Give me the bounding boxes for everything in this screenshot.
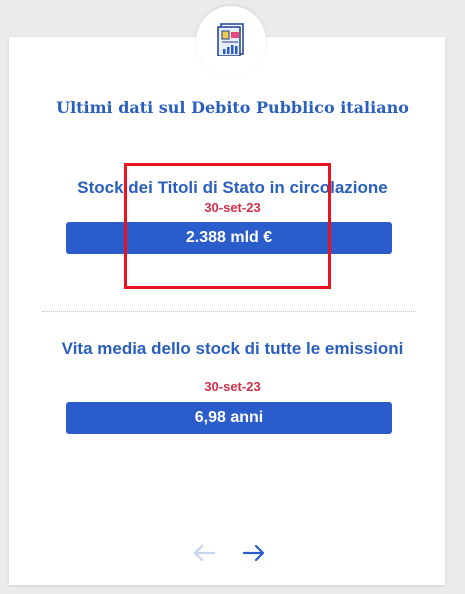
section-divider (42, 311, 416, 312)
next-button[interactable] (240, 539, 268, 567)
average-life-section-title: Vita media dello stock di tutte le emiss… (61, 339, 404, 358)
page-title: Ultimi dati sul Debito Pubblico italiano (56, 98, 409, 117)
average-life-value: 6,98 anni (194, 409, 264, 426)
average-life-section-date: 30-set-23 (204, 379, 261, 394)
arrow-right-icon (243, 544, 265, 562)
highlight-box (124, 163, 331, 289)
average-life-value-bar: 6,98 anni (66, 402, 392, 434)
report-chart-icon (217, 23, 244, 56)
prev-button[interactable] (190, 539, 218, 567)
arrow-left-icon (193, 544, 215, 562)
icon-badge (196, 6, 266, 76)
